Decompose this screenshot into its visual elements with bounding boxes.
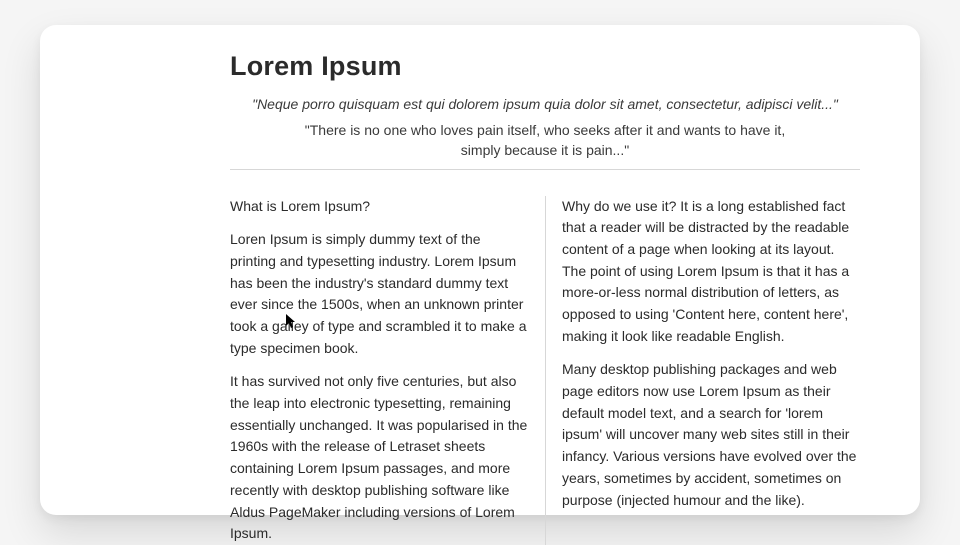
divider	[230, 169, 860, 170]
body-paragraph: What is Lorem Ipsum?	[230, 196, 528, 218]
body-columns: What is Lorem Ipsum? Loren Ipsum is simp…	[230, 196, 860, 545]
page-title: Lorem Ipsum	[230, 51, 860, 82]
english-quote: "There is no one who loves pain itself, …	[285, 120, 805, 161]
body-paragraph: Loren Ipsum is simply dummy text of the …	[230, 229, 528, 359]
latin-quote: "Neque porro quisquam est qui dolorem ip…	[230, 96, 860, 112]
document-card: Lorem Ipsum "Neque porro quisquam est qu…	[40, 25, 920, 515]
body-paragraph: It has survived not only five centuries,…	[230, 371, 528, 545]
body-paragraph: Many desktop publishing packages and web…	[562, 359, 860, 511]
viewport: Lorem Ipsum "Neque porro quisquam est qu…	[0, 0, 960, 540]
body-paragraph: Why do we use it? It is a long establish…	[562, 196, 860, 348]
